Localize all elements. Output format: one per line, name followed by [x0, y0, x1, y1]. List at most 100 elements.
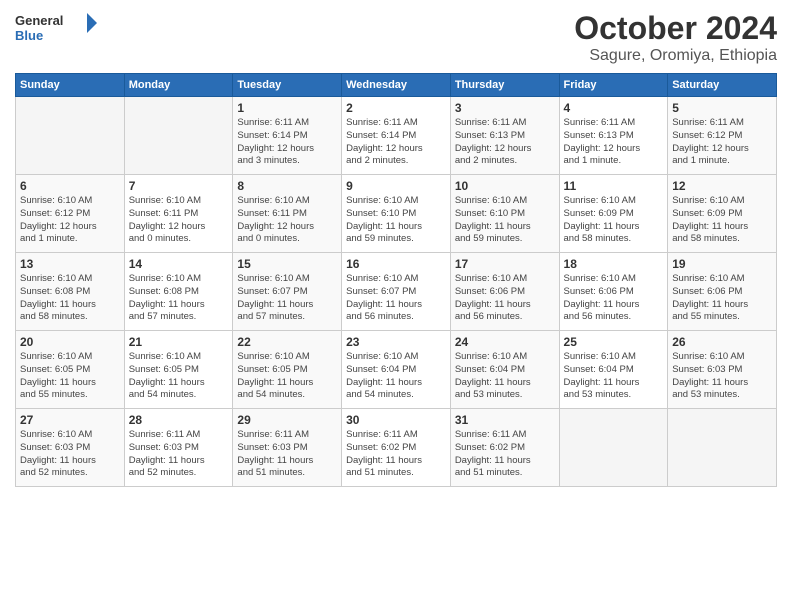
day-detail: Sunrise: 6:11 AM Sunset: 6:13 PM Dayligh… — [455, 117, 555, 168]
day-header-friday: Friday — [559, 74, 668, 97]
day-cell: 15Sunrise: 6:10 AM Sunset: 6:07 PM Dayli… — [233, 253, 342, 331]
day-number: 1 — [237, 101, 337, 115]
day-detail: Sunrise: 6:11 AM Sunset: 6:14 PM Dayligh… — [237, 117, 337, 168]
day-number: 20 — [20, 335, 120, 349]
week-row-1: 1 Sunrise: 6:11 AM Sunset: 6:14 PM Daylig… — [16, 97, 777, 175]
day-number: 24 — [455, 335, 555, 349]
day-detail: Sunrise: 6:10 AM Sunset: 6:07 PM Dayligh… — [346, 273, 446, 324]
day-number: 5 — [672, 101, 772, 115]
day-number: 7 — [129, 179, 229, 193]
day-detail: Sunrise: 6:10 AM Sunset: 6:06 PM Dayligh… — [455, 273, 555, 324]
day-cell: 11 Sunrise: 6:10 AM Sunset: 6:09 PM Dayli… — [559, 175, 668, 253]
title-block: October 2024 Sagure, Oromiya, Ethiopia — [574, 10, 777, 65]
day-detail: Sunrise: 6:11 AM Sunset: 6:14 PM Dayligh… — [346, 117, 446, 168]
week-row-3: 13 Sunrise: 6:10 AM Sunset: 6:08 PM Dayli… — [16, 253, 777, 331]
day-number: 14 — [129, 257, 229, 271]
day-number: 30 — [346, 413, 446, 427]
day-detail: Sunrise: 6:10 AM Sunset: 6:06 PM Dayligh… — [672, 273, 772, 324]
day-cell — [16, 97, 125, 175]
day-cell — [559, 409, 668, 487]
day-cell: 21 Sunrise: 6:10 AM Sunset: 6:05 PM Dayli… — [124, 331, 233, 409]
day-detail: Sunrise: 6:10 AM Sunset: 6:06 PM Dayligh… — [564, 273, 664, 324]
day-detail: Sunrise: 6:10 AM Sunset: 6:05 PM Dayligh… — [237, 351, 337, 402]
day-header-tuesday: Tuesday — [233, 74, 342, 97]
day-detail: Sunrise: 6:10 AM Sunset: 6:05 PM Dayligh… — [20, 351, 120, 402]
day-detail: Sunrise: 6:10 AM Sunset: 6:04 PM Dayligh… — [455, 351, 555, 402]
day-header-thursday: Thursday — [450, 74, 559, 97]
day-cell: 17 Sunrise: 6:10 AM Sunset: 6:06 PM Dayli… — [450, 253, 559, 331]
day-cell: 19 Sunrise: 6:10 AM Sunset: 6:06 PM Dayli… — [668, 253, 777, 331]
day-detail: Sunrise: 6:10 AM Sunset: 6:09 PM Dayligh… — [564, 195, 664, 246]
day-cell: 18 Sunrise: 6:10 AM Sunset: 6:06 PM Dayli… — [559, 253, 668, 331]
day-detail: Sunrise: 6:10 AM Sunset: 6:03 PM Dayligh… — [20, 429, 120, 480]
day-cell: 20 Sunrise: 6:10 AM Sunset: 6:05 PM Dayli… — [16, 331, 125, 409]
day-header-wednesday: Wednesday — [342, 74, 451, 97]
day-number: 27 — [20, 413, 120, 427]
day-number: 6 — [20, 179, 120, 193]
day-cell: 25 Sunrise: 6:10 AM Sunset: 6:04 PM Dayli… — [559, 331, 668, 409]
day-cell: 14 Sunrise: 6:10 AM Sunset: 6:08 PM Dayli… — [124, 253, 233, 331]
day-number: 16 — [346, 257, 446, 271]
day-cell: 23 Sunrise: 6:10 AM Sunset: 6:04 PM Dayli… — [342, 331, 451, 409]
day-detail: Sunrise: 6:10 AM Sunset: 6:11 PM Dayligh… — [129, 195, 229, 246]
day-number: 18 — [564, 257, 664, 271]
day-detail: Sunrise: 6:10 AM Sunset: 6:05 PM Dayligh… — [129, 351, 229, 402]
week-row-5: 27 Sunrise: 6:10 AM Sunset: 6:03 PM Dayli… — [16, 409, 777, 487]
day-number: 21 — [129, 335, 229, 349]
day-cell: 16 Sunrise: 6:10 AM Sunset: 6:07 PM Dayli… — [342, 253, 451, 331]
week-row-2: 6Sunrise: 6:10 AM Sunset: 6:12 PM Daylig… — [16, 175, 777, 253]
day-cell: 26Sunrise: 6:10 AM Sunset: 6:03 PM Dayli… — [668, 331, 777, 409]
day-number: 3 — [455, 101, 555, 115]
day-number: 22 — [237, 335, 337, 349]
day-detail: Sunrise: 6:10 AM Sunset: 6:10 PM Dayligh… — [455, 195, 555, 246]
day-number: 4 — [564, 101, 664, 115]
day-number: 25 — [564, 335, 664, 349]
day-cell — [668, 409, 777, 487]
day-cell: 30 Sunrise: 6:11 AM Sunset: 6:02 PM Dayli… — [342, 409, 451, 487]
day-detail: Sunrise: 6:10 AM Sunset: 6:04 PM Dayligh… — [564, 351, 664, 402]
day-detail: Sunrise: 6:10 AM Sunset: 6:08 PM Dayligh… — [20, 273, 120, 324]
week-row-4: 20 Sunrise: 6:10 AM Sunset: 6:05 PM Dayli… — [16, 331, 777, 409]
day-number: 10 — [455, 179, 555, 193]
day-number: 9 — [346, 179, 446, 193]
day-cell: 3 Sunrise: 6:11 AM Sunset: 6:13 PM Daylig… — [450, 97, 559, 175]
day-number: 11 — [564, 179, 664, 193]
svg-text:Blue: Blue — [15, 28, 43, 43]
day-cell: 5 Sunrise: 6:11 AM Sunset: 6:12 PM Daylig… — [668, 97, 777, 175]
day-detail: Sunrise: 6:10 AM Sunset: 6:04 PM Dayligh… — [346, 351, 446, 402]
day-header-monday: Monday — [124, 74, 233, 97]
day-number: 17 — [455, 257, 555, 271]
day-detail: Sunrise: 6:10 AM Sunset: 6:08 PM Dayligh… — [129, 273, 229, 324]
day-cell: 2Sunrise: 6:11 AM Sunset: 6:14 PM Daylig… — [342, 97, 451, 175]
day-detail: Sunrise: 6:10 AM Sunset: 6:03 PM Dayligh… — [672, 351, 772, 402]
day-detail: Sunrise: 6:10 AM Sunset: 6:10 PM Dayligh… — [346, 195, 446, 246]
day-detail: Sunrise: 6:10 AM Sunset: 6:11 PM Dayligh… — [237, 195, 337, 246]
day-cell: 8 Sunrise: 6:10 AM Sunset: 6:11 PM Daylig… — [233, 175, 342, 253]
day-cell — [124, 97, 233, 175]
day-number: 23 — [346, 335, 446, 349]
day-number: 28 — [129, 413, 229, 427]
day-cell: 10 Sunrise: 6:10 AM Sunset: 6:10 PM Dayli… — [450, 175, 559, 253]
day-number: 15 — [237, 257, 337, 271]
day-number: 19 — [672, 257, 772, 271]
day-cell: 31 Sunrise: 6:11 AM Sunset: 6:02 PM Dayli… — [450, 409, 559, 487]
logo: General Blue — [15, 10, 105, 46]
day-number: 13 — [20, 257, 120, 271]
day-detail: Sunrise: 6:11 AM Sunset: 6:12 PM Dayligh… — [672, 117, 772, 168]
day-cell: 22 Sunrise: 6:10 AM Sunset: 6:05 PM Dayli… — [233, 331, 342, 409]
day-number: 8 — [237, 179, 337, 193]
day-cell: 4Sunrise: 6:11 AM Sunset: 6:13 PM Daylig… — [559, 97, 668, 175]
page-header: General Blue October 2024 Sagure, Oromiy… — [15, 10, 777, 65]
day-detail: Sunrise: 6:11 AM Sunset: 6:02 PM Dayligh… — [455, 429, 555, 480]
day-cell: 12Sunrise: 6:10 AM Sunset: 6:09 PM Dayli… — [668, 175, 777, 253]
day-cell: 7 Sunrise: 6:10 AM Sunset: 6:11 PM Daylig… — [124, 175, 233, 253]
location-subtitle: Sagure, Oromiya, Ethiopia — [574, 47, 777, 65]
day-cell: 24 Sunrise: 6:10 AM Sunset: 6:04 PM Dayli… — [450, 331, 559, 409]
day-detail: Sunrise: 6:11 AM Sunset: 6:03 PM Dayligh… — [237, 429, 337, 480]
calendar-table: SundayMondayTuesdayWednesdayThursdayFrid… — [15, 73, 777, 487]
day-detail: Sunrise: 6:11 AM Sunset: 6:02 PM Dayligh… — [346, 429, 446, 480]
day-header-sunday: Sunday — [16, 74, 125, 97]
day-cell: 9 Sunrise: 6:10 AM Sunset: 6:10 PM Daylig… — [342, 175, 451, 253]
day-cell: 1 Sunrise: 6:11 AM Sunset: 6:14 PM Daylig… — [233, 97, 342, 175]
day-number: 31 — [455, 413, 555, 427]
